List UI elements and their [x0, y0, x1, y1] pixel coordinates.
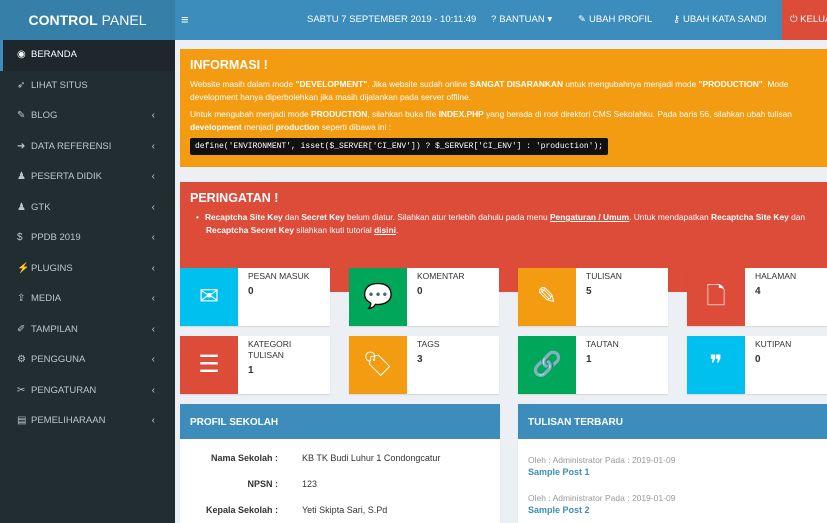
chevron-left-icon: ‹: [151, 140, 155, 152]
informasi-title: INFORMASI !: [190, 58, 268, 72]
database-icon: ▤: [17, 415, 27, 426]
chevron-left-icon: ‹: [151, 293, 155, 304]
brand-logo[interactable]: CONTROL PANEL: [0, 0, 175, 40]
sidebar-item-beranda[interactable]: ◉ BERANDA: [0, 40, 175, 71]
sidebar-item-lihat-situs[interactable]: ➶ LIHAT SITUS: [0, 71, 175, 102]
comments-icon: 💬: [349, 268, 407, 326]
post-item: Oleh : Administrator Pada : 2019-01-09 S…: [528, 455, 676, 477]
datetime-display: SABTU 7 SEPTEMBER 2019 - 10:11:49: [307, 14, 477, 25]
paint-brush-icon: ✐: [17, 323, 26, 335]
informasi-paragraph-1: Website masih dalam mode "DEVELOPMENT". …: [190, 79, 789, 102]
sidebar-item-pengguna[interactable]: ⚙ PENGGUNA ‹: [0, 345, 175, 376]
link-icon: 🔗: [518, 336, 576, 394]
dashboard-icon: ◉: [17, 49, 26, 60]
chevron-left-icon: ‹: [151, 354, 155, 365]
chevron-left-icon: ‹: [151, 262, 155, 274]
edit-icon: ✎: [578, 14, 586, 25]
main-content: INFORMASI ! Website masih dalam mode "DE…: [175, 40, 827, 523]
sidebar: ◉ BERANDA ➶ LIHAT SITUS ✎ BLOG ‹ ➜ DATA REFER…: [0, 40, 175, 523]
plug-icon: ⚡: [17, 262, 30, 274]
stat-kutipan[interactable]: ❞ KUTIPAN 0: [687, 336, 827, 394]
wrench-icon: ✂: [17, 384, 26, 396]
caret-down-icon: ▾: [547, 14, 553, 25]
stat-tulisan[interactable]: ✎ TULISAN 5: [518, 268, 668, 326]
peringatan-title: PERINGATAN !: [190, 191, 279, 205]
file-icon: 🗋: [687, 268, 745, 326]
sidebar-item-media[interactable]: ⇪ MEDIA ‹: [0, 284, 175, 315]
sidebar-item-peserta-didik[interactable]: ♟ PESERTA DIDIK ‹: [0, 162, 175, 193]
power-icon: ⏻: [790, 14, 798, 25]
chevron-left-icon: ‹: [151, 384, 155, 396]
profil-sekolah-panel: PROFIL SEKOLAH Nama Sekolah : KB TK Budi…: [180, 404, 500, 523]
cogs-icon: ⚙: [17, 354, 26, 365]
stat-kategori-tulisan[interactable]: ☰ KATEGORI TULISAN 1: [180, 336, 330, 394]
post-title-link[interactable]: Sample Post 1: [528, 467, 675, 477]
top-navbar: CONTROL PANEL ≡ SABTU 7 SEPTEMBER 2019 -…: [0, 0, 827, 40]
rocket-icon: ➶: [17, 79, 26, 91]
tulisan-terbaru-title: TULISAN TERBARU: [518, 406, 827, 439]
post-title-link[interactable]: Sample Post 2: [528, 505, 675, 515]
pengaturan-umum-link[interactable]: Pengaturan / Umum: [550, 212, 629, 222]
sidebar-toggle-button[interactable]: ≡: [181, 0, 189, 40]
logout-button[interactable]: ⏻ KELUAR: [782, 0, 827, 40]
chevron-left-icon: ‹: [151, 171, 155, 182]
stat-tags[interactable]: 🏷 TAGS 3: [349, 336, 499, 394]
upload-icon: ⇪: [17, 293, 26, 304]
chevron-left-icon: ‹: [151, 232, 155, 243]
sign-in-icon: ➜: [17, 140, 26, 152]
sidebar-item-blog[interactable]: ✎ BLOG ‹: [0, 101, 175, 132]
sidebar-item-tampilan[interactable]: ✐ TAMPILAN ‹: [0, 315, 175, 346]
bantuan-menu[interactable]: ? BANTUAN ▾: [491, 0, 552, 40]
chevron-left-icon: ‹: [151, 201, 155, 213]
code-snippet: define('ENVIRONMENT', isset($_SERVER['CI…: [190, 138, 609, 155]
ubah-kata-sandi-link[interactable]: ⚷ UBAH KATA SANDI: [673, 0, 767, 40]
list-icon: ☰: [180, 336, 238, 394]
users-icon: ♟: [17, 201, 26, 213]
stat-pesan-masuk[interactable]: ✉ PESAN MASUK 0: [180, 268, 330, 326]
dollar-icon: $: [17, 232, 23, 243]
key-icon: ⚷: [673, 14, 680, 25]
stat-komentar[interactable]: 💬 KOMENTAR 0: [349, 268, 499, 326]
peringatan-item: Recaptcha Site Key dan Secret Key belum …: [205, 211, 827, 237]
quote-icon: ❞: [687, 336, 745, 394]
post-item: Oleh : Administrator Pada : 2019-01-09 S…: [528, 493, 676, 515]
stat-halaman[interactable]: 🗋 HALAMAN 4: [687, 268, 827, 326]
disini-link[interactable]: disini: [374, 225, 396, 235]
stat-tautan[interactable]: 🔗 TAUTAN 1: [518, 336, 668, 394]
tulisan-terbaru-panel: TULISAN TERBARU Oleh : Administrator Pad…: [518, 404, 827, 523]
edit-icon: ✎: [17, 110, 26, 121]
app-root: CONTROL PANEL ≡ SABTU 7 SEPTEMBER 2019 -…: [0, 0, 827, 523]
sidebar-item-plugins[interactable]: ⚡ PLUGINS ‹: [0, 254, 175, 285]
tag-icon: 🏷: [349, 336, 407, 394]
ubah-profil-link[interactable]: ✎ UBAH PROFIL: [578, 0, 652, 40]
informasi-paragraph-2: Untuk mengubah menjadi mode PRODUCTION, …: [190, 109, 792, 132]
chevron-left-icon: ‹: [151, 110, 155, 121]
sidebar-item-data-referensi[interactable]: ➜ DATA REFERENSI ‹: [0, 132, 175, 163]
sidebar-item-pengaturan[interactable]: ✂ PENGATURAN ‹: [0, 376, 175, 407]
question-icon: ?: [491, 14, 497, 25]
chevron-left-icon: ‹: [151, 415, 155, 426]
envelope-icon: ✉: [180, 268, 238, 326]
chevron-left-icon: ‹: [151, 323, 155, 335]
sidebar-item-pemeliharaan[interactable]: ▤ PEMELIHARAAN ‹: [0, 406, 175, 437]
edit-icon: ✎: [518, 268, 576, 326]
profil-sekolah-title: PROFIL SEKOLAH: [180, 406, 500, 439]
sidebar-item-ppdb[interactable]: $ PPDB 2019 ‹: [0, 223, 175, 254]
sidebar-item-gtk[interactable]: ♟ GTK ‹: [0, 193, 175, 224]
informasi-callout: INFORMASI ! Website masih dalam mode "DE…: [180, 49, 827, 167]
users-icon: ♟: [17, 171, 26, 182]
